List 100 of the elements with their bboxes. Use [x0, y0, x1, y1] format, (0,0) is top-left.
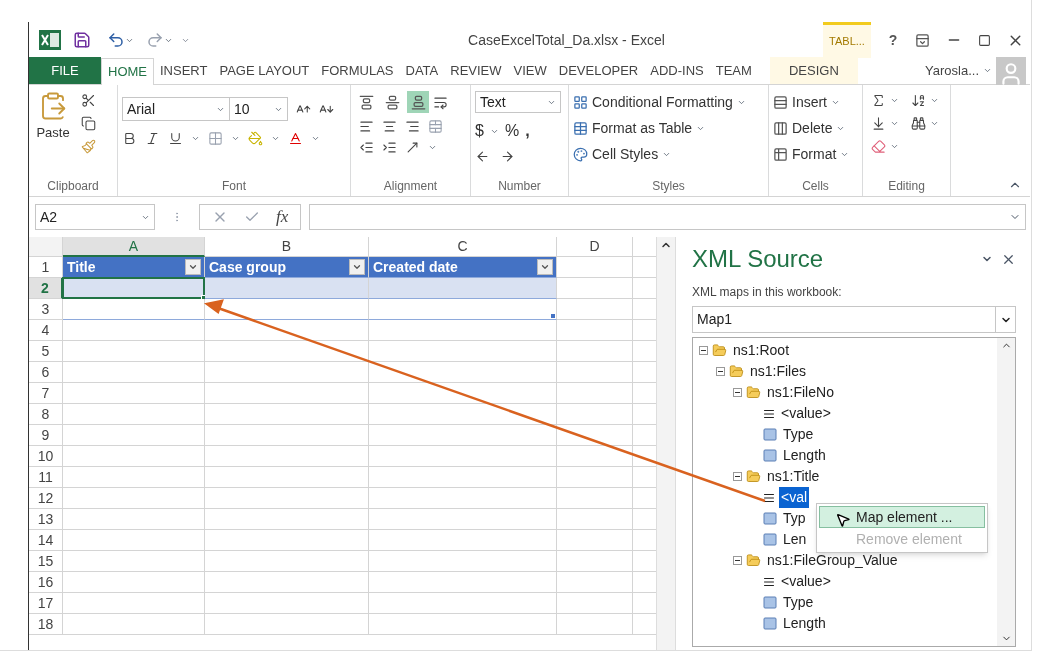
- cells-menu-button[interactable]: Delete: [773, 117, 858, 139]
- column-header[interactable]: C: [369, 237, 557, 257]
- styles-menu-button[interactable]: Format as Table: [573, 117, 764, 139]
- font-color-icon[interactable]: [288, 131, 303, 146]
- tree-item[interactable]: Type: [781, 592, 816, 613]
- sort-filter-icon[interactable]: [911, 93, 926, 108]
- fill-icon[interactable]: [871, 116, 886, 131]
- ribbon-tab[interactable]: VIEW: [507, 57, 553, 84]
- row-header[interactable]: 2: [29, 278, 63, 299]
- filter-button[interactable]: [349, 259, 365, 275]
- column-header[interactable]: D: [557, 237, 633, 257]
- vertical-scrollbar[interactable]: [656, 237, 676, 650]
- tree-item[interactable]: ns1:Title: [765, 466, 822, 487]
- row-header[interactable]: 5: [29, 341, 63, 362]
- ribbon-tab[interactable]: FORMULAS: [315, 57, 400, 84]
- resize-handle[interactable]: [551, 314, 555, 318]
- filter-button[interactable]: [537, 259, 553, 275]
- tree-item[interactable]: Length: [781, 445, 828, 466]
- tree-item[interactable]: Type: [781, 424, 816, 445]
- cut-icon[interactable]: [81, 93, 96, 108]
- row-header[interactable]: 3: [29, 299, 63, 320]
- ribbon-tab[interactable]: REVIEW: [444, 57, 508, 84]
- tree-item[interactable]: ns1:Root: [731, 340, 792, 361]
- row-header[interactable]: 15: [29, 551, 63, 572]
- cells-menu-button[interactable]: Insert: [773, 91, 858, 113]
- ribbon-tab[interactable]: FILE: [29, 57, 101, 84]
- ribbon-tab[interactable]: TEAM: [709, 57, 758, 84]
- tree-item[interactable]: <value>: [779, 403, 833, 424]
- underline-icon[interactable]: [168, 131, 183, 146]
- ribbon-tab[interactable]: DEVELOPER: [552, 57, 645, 84]
- wrap-text-icon[interactable]: [433, 94, 448, 110]
- row-header[interactable]: 18: [29, 614, 63, 635]
- align-right-icon[interactable]: [405, 119, 420, 134]
- row-header[interactable]: 11: [29, 467, 63, 488]
- row-header[interactable]: 16: [29, 572, 63, 593]
- grid-cell[interactable]: Created date: [369, 257, 557, 278]
- ribbon-tab[interactable]: PAGE LAYOUT: [213, 57, 316, 84]
- align-center-icon[interactable]: [382, 119, 397, 134]
- ribbon-tab[interactable]: INSERT: [154, 57, 214, 84]
- grid-cell[interactable]: Case group: [205, 257, 369, 278]
- paste-button[interactable]: Paste: [33, 89, 73, 154]
- insert-function-button[interactable]: fx: [276, 204, 289, 230]
- italic-icon[interactable]: [145, 131, 160, 146]
- increase-decimal-icon[interactable]: [475, 149, 490, 164]
- row-header[interactable]: 8: [29, 404, 63, 425]
- collapse-icon[interactable]: [733, 556, 742, 565]
- filter-button[interactable]: [185, 259, 201, 275]
- map-select[interactable]: Map1: [692, 306, 1016, 333]
- vertical-align-button[interactable]: [407, 91, 429, 113]
- tree-item[interactable]: Length: [781, 613, 828, 634]
- account-button[interactable]: Yarosla...: [925, 57, 992, 84]
- find-icon[interactable]: [911, 116, 926, 131]
- tree-item[interactable]: <value>: [779, 571, 833, 592]
- row-header[interactable]: 14: [29, 530, 63, 551]
- row-header[interactable]: 13: [29, 509, 63, 530]
- tree-item[interactable]: Typ: [781, 508, 808, 529]
- collapse-icon[interactable]: [716, 367, 725, 376]
- row-header[interactable]: 12: [29, 488, 63, 509]
- ribbon-tab[interactable]: HOME: [101, 58, 154, 85]
- select-all-corner[interactable]: [29, 237, 63, 257]
- borders-icon[interactable]: [208, 131, 223, 146]
- styles-menu-button[interactable]: Conditional Formatting: [573, 91, 764, 113]
- row-header[interactable]: 7: [29, 383, 63, 404]
- format-painter-icon[interactable]: [81, 139, 96, 154]
- grid-cell[interactable]: [63, 278, 205, 299]
- undo-icon[interactable]: [107, 31, 125, 49]
- name-box[interactable]: A2: [35, 204, 155, 230]
- ribbon-tab[interactable]: DATA: [399, 57, 445, 84]
- redo-icon[interactable]: [146, 31, 164, 49]
- grid-cell[interactable]: Title: [63, 257, 205, 278]
- menu-item[interactable]: Map element ...: [819, 506, 985, 528]
- tree-item[interactable]: ns1:Files: [748, 361, 809, 382]
- font-size-field[interactable]: 10: [230, 97, 288, 121]
- row-header[interactable]: 4: [29, 320, 63, 341]
- collapse-icon[interactable]: [699, 346, 708, 355]
- styles-menu-button[interactable]: Cell Styles: [573, 143, 764, 165]
- decrease-indent-icon[interactable]: [359, 140, 374, 155]
- copy-icon[interactable]: [81, 116, 96, 131]
- row-header[interactable]: 10: [29, 446, 63, 467]
- merge-icon[interactable]: [428, 119, 443, 134]
- font-name-field[interactable]: Arial: [122, 97, 230, 121]
- collapse-icon[interactable]: [733, 388, 742, 397]
- collapse-icon[interactable]: [733, 472, 742, 481]
- row-header[interactable]: 6: [29, 362, 63, 383]
- increase-indent-icon[interactable]: [382, 140, 397, 155]
- cells-menu-button[interactable]: Format: [773, 143, 858, 165]
- ribbon-display-icon[interactable]: [915, 32, 930, 48]
- tree-item[interactable]: <val: [779, 487, 810, 508]
- row-header[interactable]: 1: [29, 257, 63, 278]
- tree-item[interactable]: ns1:FileGroup_Value: [765, 550, 900, 571]
- tree-item[interactable]: Len: [781, 529, 809, 550]
- bold-icon[interactable]: [122, 131, 137, 146]
- percent-button[interactable]: %: [504, 119, 520, 143]
- formula-field[interactable]: [309, 204, 1026, 230]
- decrease-decimal-icon[interactable]: [500, 149, 515, 164]
- column-header[interactable]: B: [205, 237, 369, 257]
- save-icon[interactable]: [73, 31, 91, 49]
- help-button[interactable]: ?: [883, 29, 903, 51]
- row-header[interactable]: 17: [29, 593, 63, 614]
- clear-icon[interactable]: [871, 139, 886, 154]
